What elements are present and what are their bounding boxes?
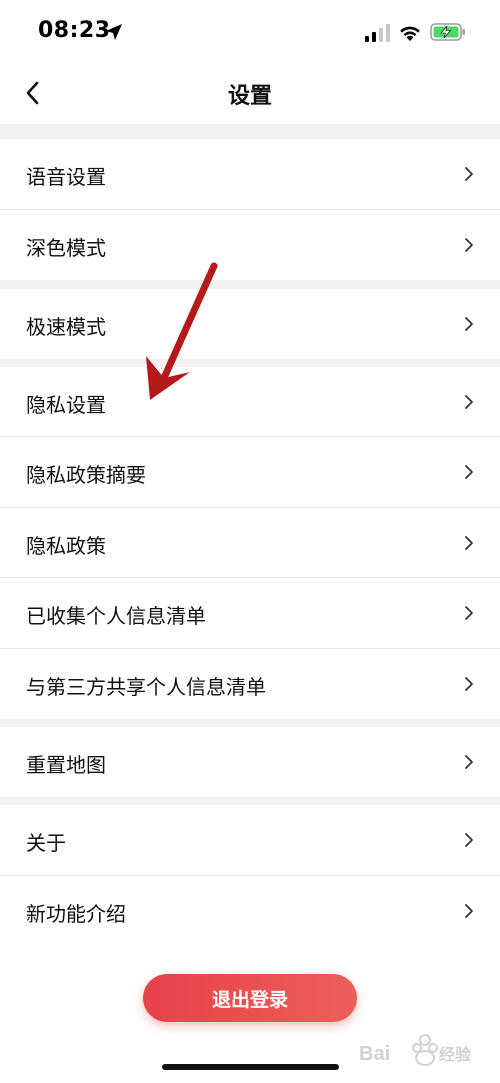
settings-item-voice[interactable]: 语音设置 [0, 139, 500, 209]
chevron-right-icon [465, 238, 473, 252]
location-arrow-icon [106, 24, 122, 40]
chevron-right-icon [465, 395, 473, 409]
wifi-icon [400, 26, 420, 41]
chevron-right-icon [465, 904, 473, 918]
settings-item-collected-info[interactable]: 已收集个人信息清单 [0, 578, 500, 648]
settings-item-privacy-policy[interactable]: 隐私政策 [0, 508, 500, 578]
page-title: 设置 [227, 84, 272, 109]
settings-item-label: 隐私政策 [26, 534, 106, 558]
settings-item-label: 极速模式 [26, 315, 106, 339]
settings-item-label: 深色模式 [26, 236, 106, 260]
status-bar: 08:23 [0, 0, 500, 62]
chevron-right-icon [465, 606, 473, 620]
settings-item-label: 已收集个人信息清单 [26, 604, 206, 628]
settings-item-third-party-sharing[interactable]: 与第三方共享个人信息清单 [0, 649, 500, 719]
settings-item-dark-mode[interactable]: 深色模式 [0, 210, 500, 280]
logout-button[interactable]: 退出登录 [143, 974, 357, 1022]
settings-item-privacy-summary[interactable]: 隐私政策摘要 [0, 437, 500, 507]
settings-item-label: 隐私政策摘要 [26, 463, 146, 487]
settings-item-label: 关于 [26, 831, 66, 855]
settings-item-speed-mode[interactable]: 极速模式 [0, 289, 500, 359]
chevron-right-icon [465, 677, 473, 691]
chevron-right-icon [465, 167, 473, 181]
chevron-right-icon [465, 536, 473, 550]
settings-item-privacy-settings[interactable]: 隐私设置 [0, 367, 500, 437]
logout-area: 退出登录 [0, 946, 500, 1083]
settings-item-label: 新功能介绍 [26, 902, 126, 926]
battery-charging-icon [430, 23, 465, 41]
chevron-right-icon [465, 755, 473, 769]
settings-item-reset-map[interactable]: 重置地图 [0, 727, 500, 797]
settings-item-label: 语音设置 [26, 165, 106, 189]
settings-item-about[interactable]: 关于 [0, 805, 500, 875]
settings-item-label: 隐私设置 [26, 393, 106, 417]
status-time: 08:23 [38, 18, 111, 43]
home-indicator[interactable] [162, 1064, 339, 1070]
settings-item-label: 与第三方共享个人信息清单 [26, 675, 266, 699]
settings-item-label: 重置地图 [26, 753, 106, 777]
chevron-right-icon [465, 465, 473, 479]
chevron-right-icon [465, 317, 473, 331]
settings-item-new-features[interactable]: 新功能介绍 [0, 876, 500, 946]
chevron-right-icon [465, 833, 473, 847]
cellular-signal-icon [365, 24, 390, 42]
navigation-bar: 设置 [0, 62, 500, 124]
settings-screen: 08:23 设置 语音设置 深色模式 极速模式 隐私设置 隐私政策摘要 隐私政策… [0, 0, 500, 1083]
